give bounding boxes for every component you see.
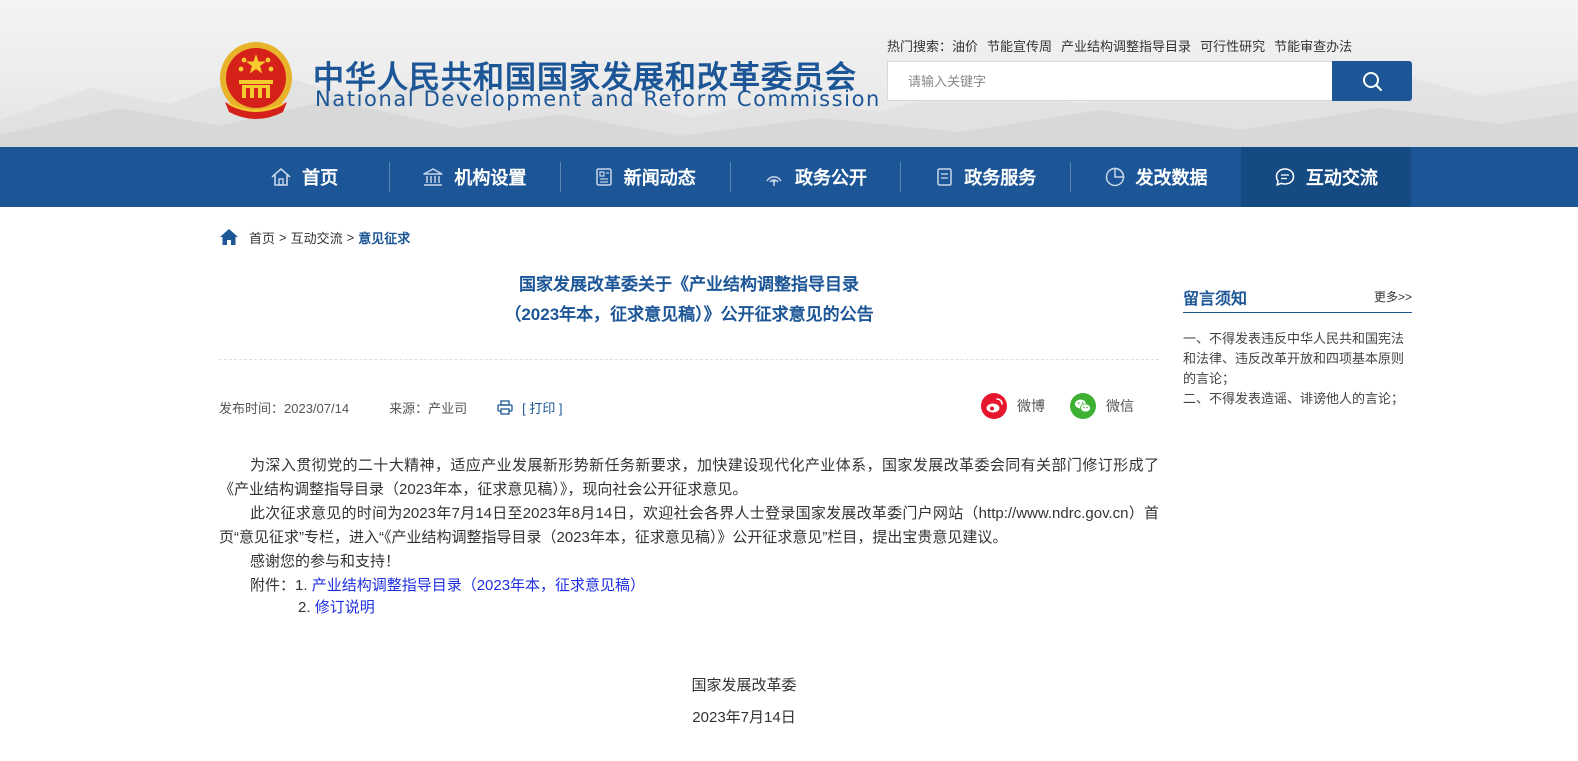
nav-item-data[interactable]: 发改数据 (1070, 147, 1240, 207)
pie-chart-icon (1105, 167, 1124, 187)
article-source: 来源：产业司 (389, 400, 468, 416)
share-weibo-label: 微博 (1017, 398, 1045, 414)
article-meta: 发布时间：2023/07/14 来源：产业司 [ 打印 ] (219, 398, 563, 416)
nav-item-news[interactable]: 新闻动态 (559, 147, 730, 207)
hot-search-link[interactable]: 油价 (952, 39, 978, 54)
site-header: 中华人民共和国国家发展和改革委员会 National Development a… (0, 0, 1578, 147)
wechat-icon (1070, 393, 1096, 419)
sidebar-header: 留言须知 更多>> (1183, 285, 1412, 313)
national-emblem-icon (220, 42, 292, 119)
weibo-icon (981, 393, 1007, 419)
document-icon (937, 168, 953, 186)
signature-org: 国家发展改革委 (691, 677, 797, 694)
nav-label: 新闻动态 (623, 168, 696, 188)
home-icon (271, 168, 291, 186)
signature-date: 2023年7月14日 (692, 709, 796, 726)
article-paragraph: 此次征求意见的时间为2023年7月14日至2023年8月14日，欢迎社会各界人士… (219, 505, 1159, 546)
search-button[interactable] (1332, 61, 1412, 101)
article-paragraph: 感谢您的参与和支持！ (250, 553, 401, 570)
nav-item-home[interactable]: 首页 (219, 147, 389, 207)
title-divider (219, 359, 1159, 360)
article-paragraph: 为深入贯彻党的二十大精神，适应产业发展新形势新任务新要求，加快建设现代化产业体系… (219, 457, 1159, 498)
printer-icon (497, 399, 513, 415)
nav-label: 发改数据 (1135, 168, 1208, 188)
sidebar-title: 留言须知 (1183, 291, 1248, 308)
news-icon (595, 168, 612, 186)
share-wechat-button[interactable]: 微信 (1070, 393, 1134, 419)
sidebar-rules: 一、不得发表违反中华人民共和国宪法和法律、违反改革开放和四项基本原则的言论； 二… (1183, 329, 1412, 409)
nav-item-institution[interactable]: 机构设置 (389, 147, 559, 207)
share-wechat-label: 微信 (1106, 398, 1134, 414)
share-bar: 微博 微信 (981, 392, 1134, 420)
attachment-line: 附件：1. 产业结构调整指导目录（2023年本，征求意见稿） (219, 574, 1159, 598)
hot-search-link[interactable]: 节能宣传周 (987, 39, 1052, 54)
attachment-prefix: 2. (298, 599, 315, 616)
breadcrumb-item[interactable]: 互动交流 (291, 228, 343, 247)
breadcrumb-separator: > (346, 229, 355, 245)
nav-label: 互动交流 (1305, 168, 1378, 188)
attachment-line: 2. 修订说明 (219, 598, 1159, 618)
article-title: 国家发展改革委关于《产业结构调整指导目录 （2023年本，征求意见稿）》公开征求… (219, 270, 1159, 330)
breadcrumb-separator: > (279, 229, 287, 245)
nav-label: 机构设置 (454, 168, 527, 188)
breadcrumb: 首页 > 互动交流 > 意见征求 (219, 227, 410, 247)
article-title-line: （2023年本，征求意见稿）》公开征求意见的公告 (504, 305, 874, 324)
attachment-link[interactable]: 产业结构调整指导目录（2023年本，征求意见稿） (312, 577, 645, 594)
nav-label: 政务服务 (964, 168, 1037, 188)
attachment-link[interactable]: 修订说明 (315, 599, 375, 616)
sidebar-rule: 二、不得发表造谣、诽谤他人的言论； (1183, 391, 1405, 406)
search-icon (1363, 72, 1382, 91)
breadcrumb-current[interactable]: 意见征求 (358, 228, 410, 247)
sidebar-more-link[interactable]: 更多>> (1374, 288, 1412, 305)
search-input[interactable] (888, 62, 1333, 100)
article-title-line: 国家发展改革委关于《产业结构调整指导目录 (519, 275, 859, 294)
hot-search-link[interactable]: 产业结构调整指导目录 (1061, 39, 1191, 54)
nav-label: 首页 (302, 168, 339, 188)
nav-item-gov-open[interactable]: 政务公开 (729, 147, 900, 207)
publish-time: 发布时间：2023/07/14 (219, 400, 350, 416)
hot-search-link[interactable]: 节能审查办法 (1274, 39, 1352, 54)
nav-item-gov-service[interactable]: 政务服务 (900, 147, 1070, 207)
nav-label: 政务公开 (794, 168, 867, 188)
print-label: [ 打印 ] (522, 400, 563, 416)
home-icon (220, 229, 238, 245)
attachment-prefix: 附件：1. (250, 577, 312, 594)
hot-search-bar: 热门搜索：油价 节能宣传周 产业结构调整指导目录 可行性研究 节能审查办法 (887, 36, 1417, 54)
nav-item-interaction[interactable]: 互动交流 (1240, 147, 1411, 207)
main-nav: 首页 机构设置 新闻动态 政务公开 政务服务 发改数据 互动交流 (0, 147, 1578, 207)
sidebar-rule: 一、不得发表违反中华人民共和国宪法和法律、违反改革开放和四项基本原则的言论； (1183, 331, 1405, 386)
print-button[interactable]: [ 打印 ] (497, 398, 563, 417)
article-body: 为深入贯彻党的二十大精神，适应产业发展新形势新任务新要求，加快建设现代化产业体系… (219, 454, 1159, 618)
share-weibo-button[interactable]: 微博 (981, 393, 1045, 419)
chat-icon (1275, 168, 1295, 186)
broadcast-icon (766, 176, 782, 186)
hot-search-label: 热门搜索： (887, 39, 953, 54)
site-title-cn: 中华人民共和国国家发展和改革委员会 (313, 60, 857, 96)
site-title-en: National Development and Reform Commissi… (315, 87, 881, 111)
breadcrumb-item[interactable]: 首页 (249, 228, 275, 247)
institution-icon (423, 168, 444, 186)
hot-search-link[interactable]: 可行性研究 (1200, 39, 1265, 54)
search-box (887, 61, 1333, 101)
